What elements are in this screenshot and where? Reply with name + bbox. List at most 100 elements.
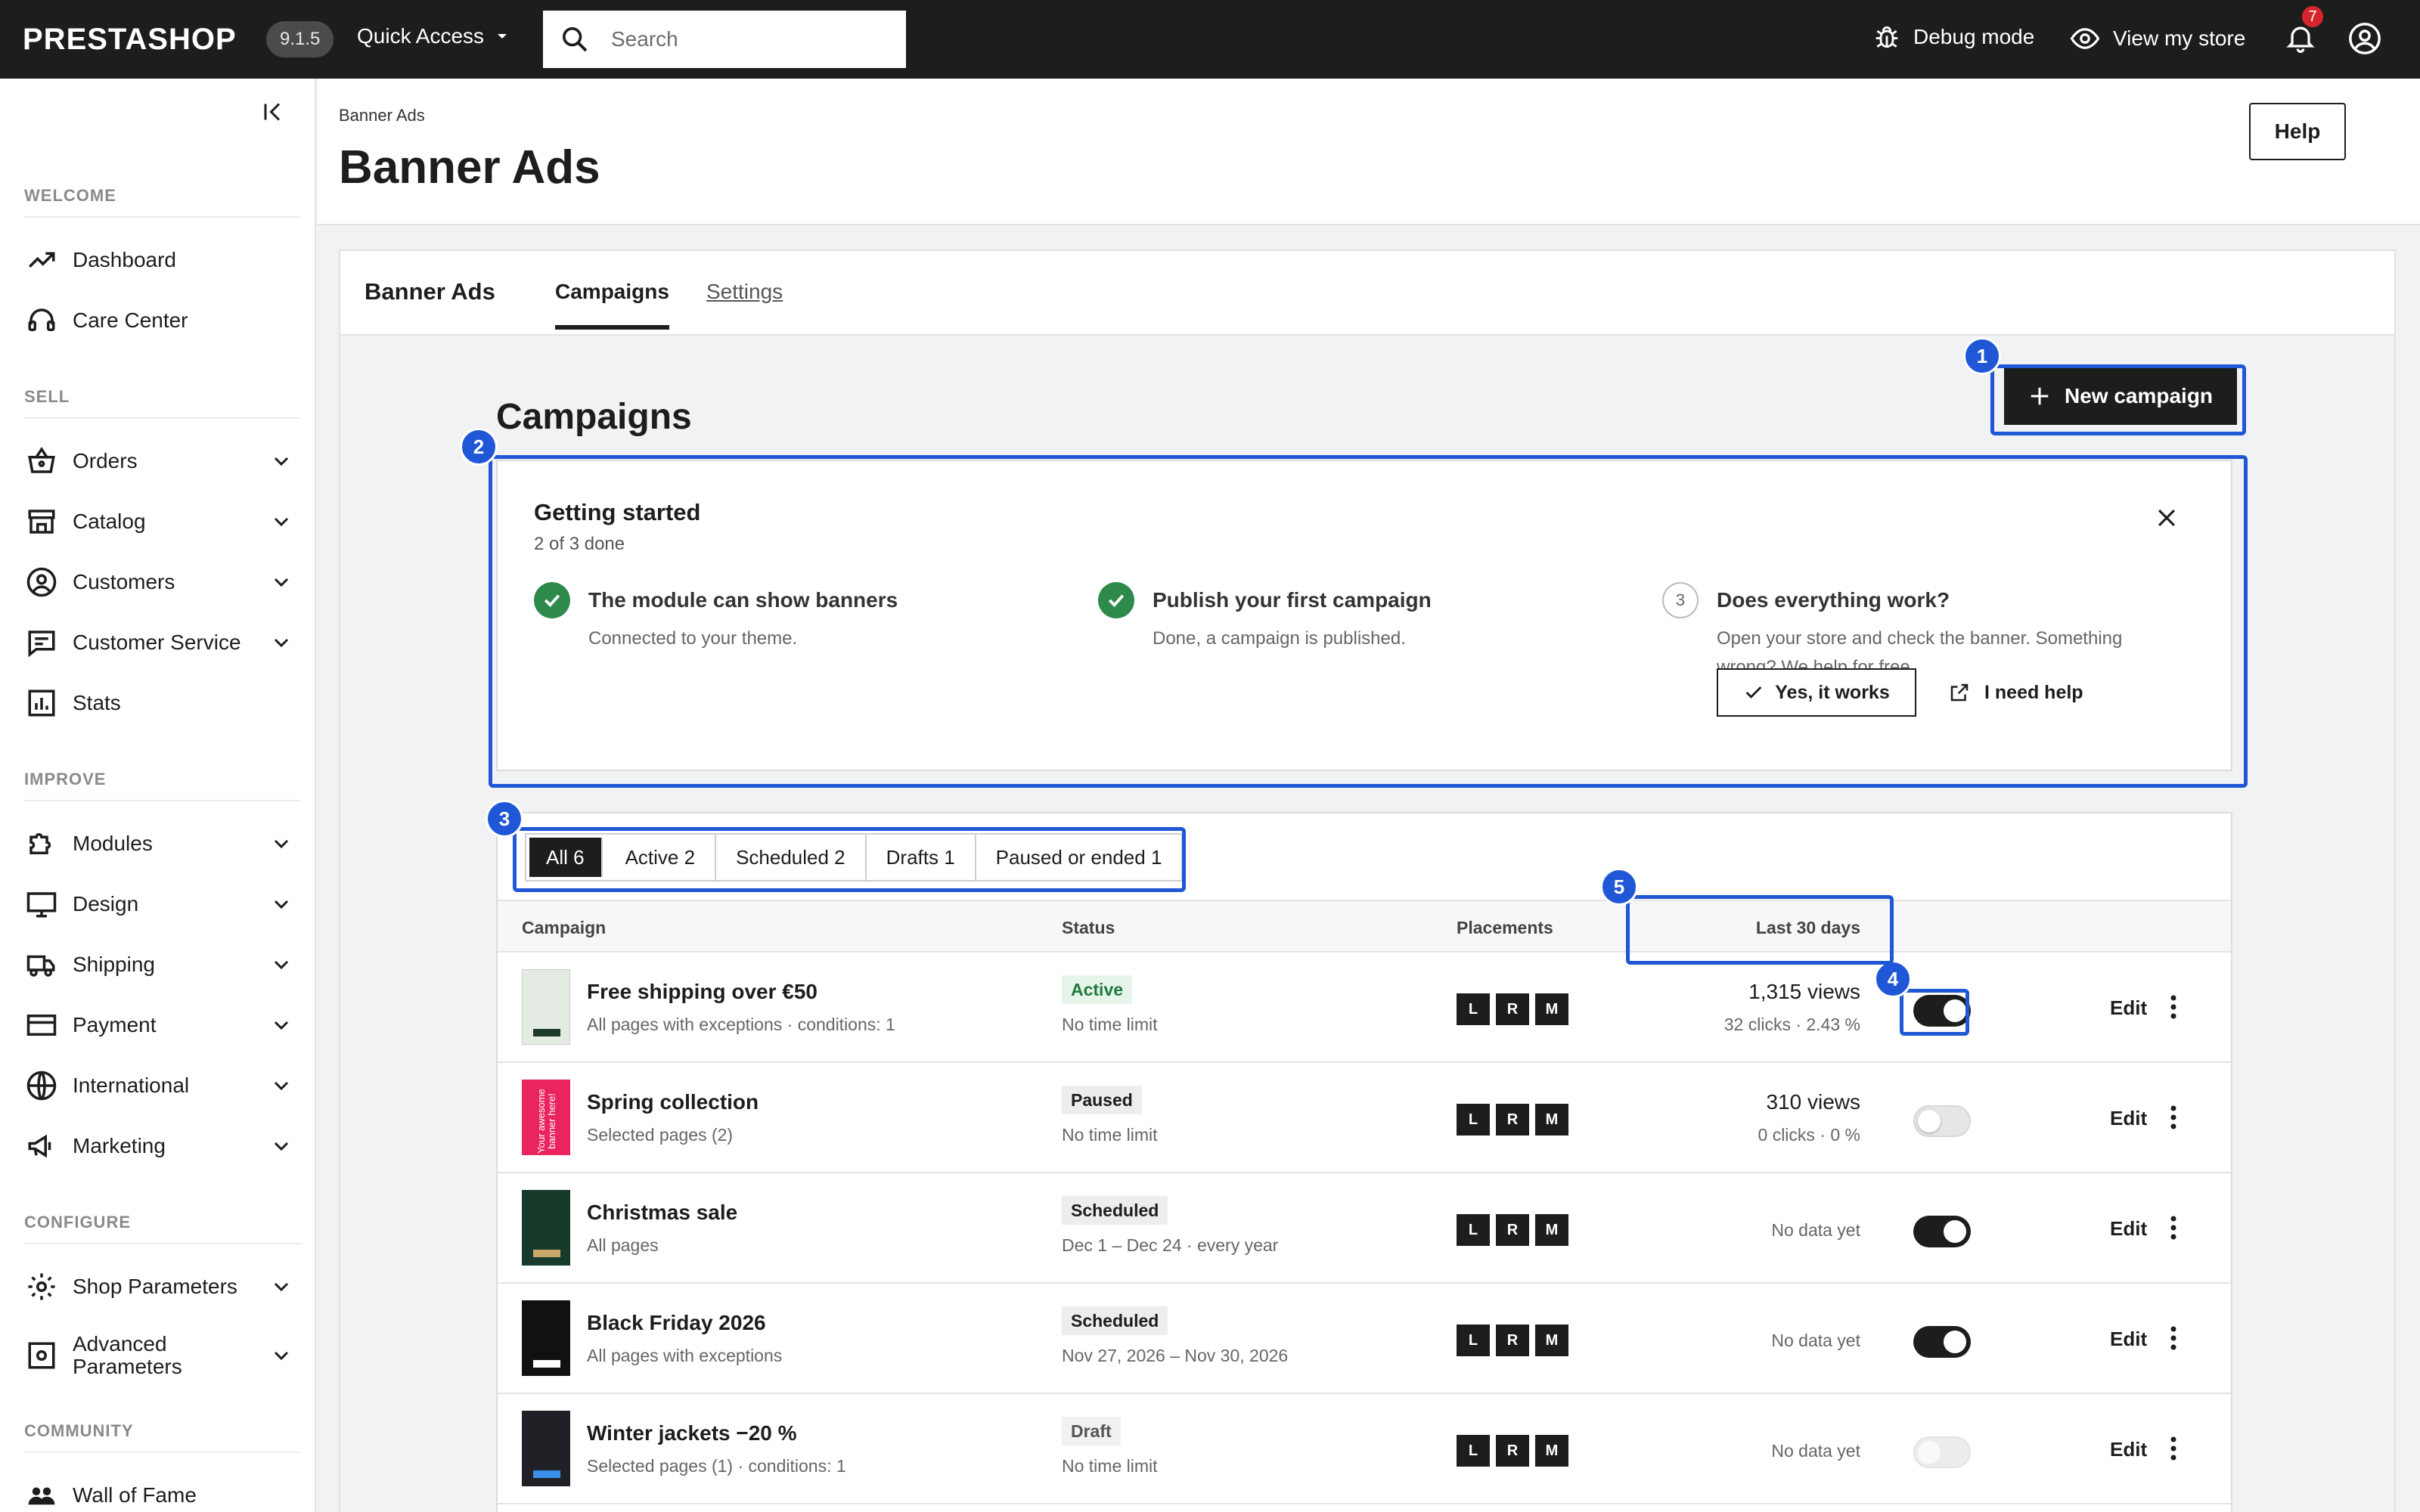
filter-active[interactable]: Active 2 <box>606 835 717 880</box>
sidebar-item-stats[interactable]: Stats <box>26 680 293 726</box>
external-link-icon <box>1950 683 1969 702</box>
placement-l: L <box>1457 1435 1490 1467</box>
notification-count: 7 <box>2301 5 2325 29</box>
more-actions-icon[interactable] <box>2169 1433 2178 1464</box>
campaigns-table: All 6 Active 2 Scheduled 2 Drafts 1 Paus… <box>496 812 2232 1512</box>
sidebar-item-customers[interactable]: Customers <box>26 559 293 605</box>
sidebar-item-shipping[interactable]: Shipping <box>26 942 293 987</box>
banner-thumbnail: Your awesome banner here! <box>522 1080 570 1155</box>
section-configure: CONFIGURE <box>24 1213 131 1232</box>
campaign-name[interactable]: Free shipping over €50 <box>587 980 818 1004</box>
sidebar-item-care-center[interactable]: Care Center <box>26 298 293 343</box>
sidebar-item-label: International <box>73 1074 190 1097</box>
help-button[interactable]: Help <box>2249 103 2346 160</box>
prestashop-logo[interactable]: PRESTASHOP <box>23 23 237 57</box>
sidebar-item-shop-parameters[interactable]: Shop Parameters <box>26 1264 293 1309</box>
status-schedule: No time limit <box>1062 1015 1158 1034</box>
views-count: 310 views <box>1766 1090 1860 1114</box>
campaign-scope: All pages with exceptions <box>587 1346 783 1365</box>
column-status: Status <box>1062 918 1115 937</box>
yes-it-works-button[interactable]: Yes, it works <box>1717 668 1916 717</box>
banner-thumbnail <box>522 1300 570 1376</box>
campaign-scope: All pages with exceptions · conditions: … <box>587 1015 895 1034</box>
no-data: No data yet <box>1771 1441 1860 1461</box>
active-toggle[interactable] <box>1913 1326 1971 1358</box>
edit-button[interactable]: Edit <box>2110 1438 2147 1461</box>
active-toggle[interactable] <box>1913 1216 1971 1247</box>
edit-button[interactable]: Edit <box>2110 1217 2147 1241</box>
sidebar-item-orders[interactable]: Orders <box>26 438 293 484</box>
sidebar-item-marketing[interactable]: Marketing <box>26 1123 293 1169</box>
sidebar-item-international[interactable]: International <box>26 1063 293 1108</box>
search-input[interactable]: Search <box>543 11 906 68</box>
more-actions-icon[interactable] <box>2169 1323 2178 1353</box>
section-title: Campaigns <box>496 397 692 437</box>
sidebar-item-label: Dashboard <box>73 248 176 271</box>
active-toggle <box>1913 1436 1971 1468</box>
sidebar-item-modules[interactable]: Modules <box>26 821 293 866</box>
edit-button[interactable]: Edit <box>2110 1328 2147 1351</box>
filter-scheduled[interactable]: Scheduled 2 <box>716 835 867 880</box>
sidebar-item-label: Catalog <box>73 510 146 533</box>
new-campaign-button[interactable]: New campaign <box>2004 367 2237 425</box>
sidebar-item-customer-service[interactable]: Customer Service <box>26 620 293 665</box>
campaign-name[interactable]: Spring collection <box>587 1090 759 1114</box>
section-improve: IMPROVE <box>24 770 107 789</box>
filter-paused-or-ended[interactable]: Paused or ended 1 <box>976 835 1182 880</box>
chevron-down-icon <box>274 517 289 527</box>
sidebar-item-label: Orders <box>73 449 138 472</box>
sidebar-item-advanced-parameters[interactable]: Advanced Parameters <box>26 1329 293 1382</box>
tab-campaigns[interactable]: Campaigns <box>555 280 669 330</box>
more-actions-icon[interactable] <box>2169 1102 2178 1132</box>
getting-started-progress: 2 of 3 done <box>534 534 625 554</box>
users-icon <box>28 1487 55 1505</box>
debug-mode-button[interactable]: Debug mode <box>1872 23 2034 51</box>
table-row: Winter jackets −20 % Selected pages (1) … <box>498 1394 2231 1504</box>
close-icon[interactable] <box>2154 505 2180 531</box>
sidebar-item-label: Customers <box>73 570 175 593</box>
basket-icon <box>28 447 55 473</box>
sidebar-item-catalog[interactable]: Catalog <box>26 499 293 544</box>
breadcrumb[interactable]: Banner Ads <box>339 106 425 125</box>
more-actions-icon[interactable] <box>2169 992 2178 1022</box>
filter-drafts[interactable]: Drafts 1 <box>867 835 976 880</box>
check-circle-icon <box>1098 582 1134 618</box>
quick-access-menu[interactable]: Quick Access <box>357 24 510 48</box>
view-my-store-link[interactable]: View my store <box>2069 23 2245 54</box>
campaign-name[interactable]: Christmas sale <box>587 1201 737 1225</box>
edit-button[interactable]: Edit <box>2110 996 2147 1020</box>
collapse-sidebar-icon[interactable] <box>259 98 286 125</box>
placement-m: M <box>1535 1325 1568 1356</box>
sidebar-item-wall-of-fame[interactable]: Wall of Fame <box>26 1473 293 1512</box>
yes-label: Yes, it works <box>1775 681 1890 703</box>
active-toggle[interactable] <box>1913 1105 1971 1137</box>
placement-r: R <box>1496 1214 1529 1246</box>
section-welcome: WELCOME <box>24 186 116 205</box>
sidebar-item-design[interactable]: Design <box>26 881 293 927</box>
more-actions-icon[interactable] <box>2169 1213 2178 1243</box>
sidebar: WELCOME Dashboard Care Center SELL Order… <box>0 79 316 1512</box>
check-icon <box>1745 686 1762 699</box>
tab-settings[interactable]: Settings <box>706 280 783 304</box>
account-icon[interactable] <box>2347 21 2382 56</box>
active-toggle[interactable] <box>1913 995 1971 1027</box>
table-row: Your awesome banner here! Spring collect… <box>498 1063 2231 1173</box>
sidebar-item-payment[interactable]: Payment <box>26 1002 293 1048</box>
views-count: 1,315 views <box>1748 980 1860 1003</box>
filter-all[interactable]: All 6 <box>529 838 603 877</box>
settings-box-icon <box>28 1342 55 1369</box>
column-last-30-days[interactable]: Last 30 days <box>1756 918 1860 938</box>
divider <box>24 800 301 801</box>
campaign-name[interactable]: Winter jackets −20 % <box>587 1421 797 1445</box>
edit-button[interactable]: Edit <box>2110 1107 2147 1130</box>
placement-m: M <box>1535 1435 1568 1467</box>
i-need-help-link[interactable]: I need help <box>1948 668 2083 717</box>
campaign-scope: Selected pages (2) <box>587 1125 734 1145</box>
page-header: Banner Ads Banner Ads Help <box>318 79 2420 225</box>
notifications-button[interactable]: 7 <box>2284 5 2325 54</box>
section-sell: SELL <box>24 387 70 406</box>
campaign-name[interactable]: Black Friday 2026 <box>587 1311 766 1335</box>
table-header: Campaign Status Placements Last 30 days <box>498 900 2231 953</box>
placement-r: R <box>1496 1104 1529 1136</box>
sidebar-item-dashboard[interactable]: Dashboard <box>26 237 293 283</box>
